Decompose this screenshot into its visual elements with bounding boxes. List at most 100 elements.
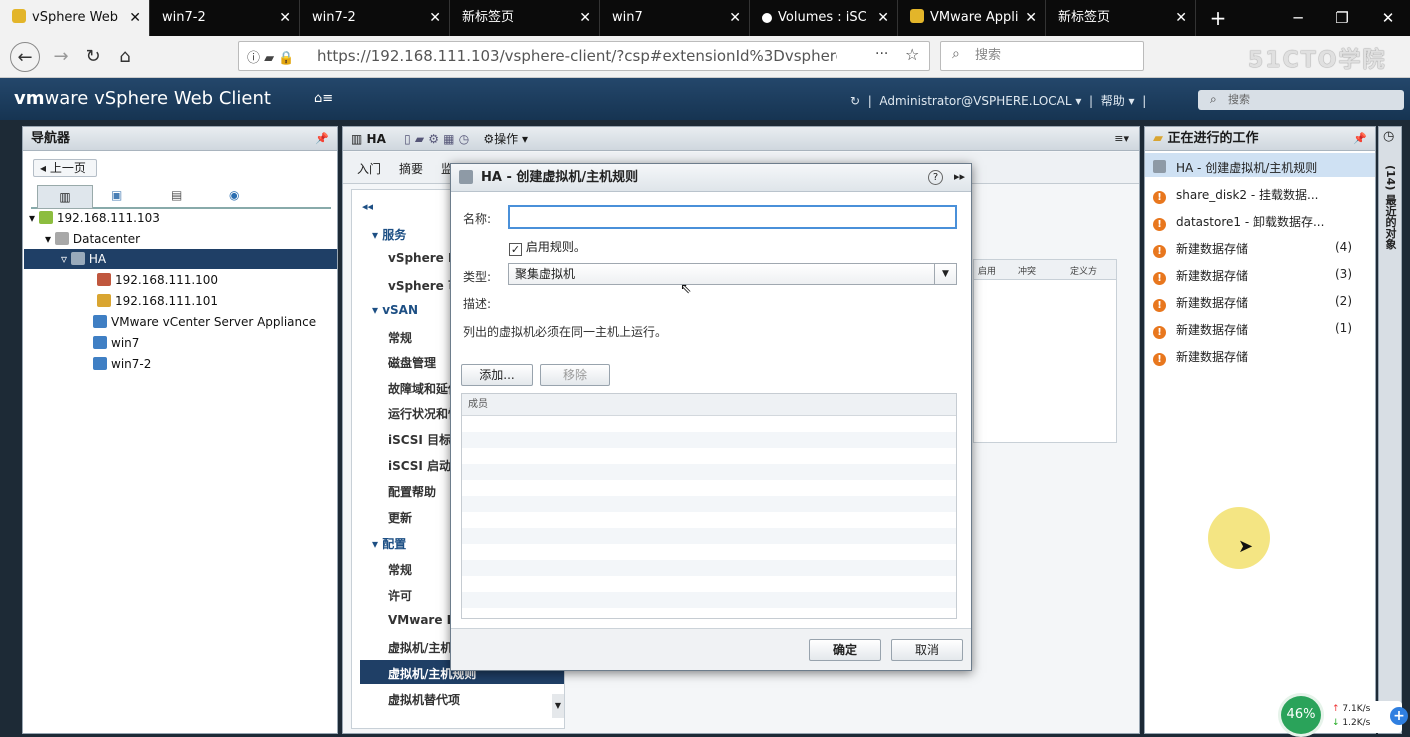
site-info-icon[interactable]: ⓘ ▰ 🔒 [247, 47, 294, 66]
close-icon[interactable]: ✕ [1175, 0, 1187, 36]
panel-menu-icon[interactable]: ≡▾ [1114, 132, 1129, 145]
menu-config-general[interactable]: 常规 [388, 561, 412, 578]
user-menu[interactable]: ↻ | Administrator@VSPHERE.LOCAL ▾ | 帮助 ▾… [850, 92, 1146, 109]
help-menu[interactable]: 帮助 ▾ [1101, 94, 1135, 108]
close-icon[interactable]: ✕ [877, 0, 889, 36]
menu-config-assist[interactable]: 配置帮助 [388, 483, 436, 500]
member-row [462, 576, 956, 592]
hosts-clusters-tab-icon[interactable]: ▥ [37, 185, 93, 209]
dropdown-arrow-icon[interactable]: ▼ [934, 264, 956, 284]
storage-tab-icon[interactable]: ▤ [171, 188, 182, 202]
tab-win7-2b[interactable]: win7-2 ✕ [300, 0, 450, 36]
tree-item-win7[interactable]: win7 [93, 336, 139, 350]
close-icon[interactable]: ✕ [429, 0, 441, 36]
work-item-new-datastore-3[interactable]: ! 新建数据存储 [1153, 267, 1248, 285]
vsphere-search-input[interactable]: 搜索 [1198, 90, 1404, 110]
close-icon[interactable]: ✕ [129, 0, 141, 36]
section-services[interactable]: ▾ 服务 [372, 226, 406, 243]
work-item-new-datastore[interactable]: ! 新建数据存储 [1153, 348, 1248, 366]
add-button[interactable]: 添加... [461, 364, 533, 386]
tab-label: win7-2 [162, 10, 206, 25]
menu-vsan-general[interactable]: 常规 [388, 329, 412, 346]
tree-item-datacenter[interactable]: ▾ Datacenter [45, 232, 140, 246]
browser-search-input[interactable]: 搜索 [940, 41, 1144, 71]
collapse-icon[interactable]: ◂◂ [362, 200, 373, 213]
tree-item-host-100[interactable]: 192.168.111.100 [97, 273, 218, 287]
section-configuration[interactable]: ▾ 配置 [372, 535, 406, 552]
pin-icon[interactable]: 📌 [1353, 132, 1367, 145]
tab-vmware-appliance[interactable]: VMware Appli ✕ [898, 0, 1046, 36]
close-icon[interactable]: ✕ [279, 0, 291, 36]
menu-iscsi-targets[interactable]: iSCSI 目标 [388, 431, 451, 448]
tab-getting-started[interactable]: 入门 [357, 160, 381, 177]
back-arrow-icon[interactable]: ← [10, 42, 40, 72]
tab-vsphere[interactable]: vSphere Web ✕ [0, 0, 150, 36]
new-tab-button[interactable]: + [1196, 0, 1240, 36]
section-label: 配置 [382, 537, 407, 551]
home-icon[interactable]: ⌂ [110, 42, 140, 72]
type-label: 类型: [463, 270, 492, 284]
menu-vm-overrides[interactable]: 虚拟机替代项 [388, 691, 460, 708]
mouse-cursor-icon: ⇖ [680, 281, 692, 297]
vms-templates-tab-icon[interactable]: ▣ [111, 188, 122, 202]
plus-icon[interactable]: + [1390, 707, 1408, 725]
user-label[interactable]: Administrator@VSPHERE.LOCAL ▾ [879, 94, 1081, 108]
menu-updates[interactable]: 更新 [388, 509, 412, 526]
pin-icon[interactable]: 📌 [315, 132, 329, 145]
scroll-down-arrow-icon[interactable]: ▼ [552, 694, 564, 718]
expand-icon[interactable]: ▸▸ [954, 170, 965, 183]
section-vsan[interactable]: ▾ vSAN [372, 303, 418, 317]
work-item-create-rule[interactable]: HA - 创建虚拟机/主机规则 [1153, 159, 1317, 176]
enable-rule-checkbox[interactable]: ✓ 启用规则。 [509, 238, 586, 256]
close-icon[interactable]: ✕ [729, 0, 741, 36]
actions-menu[interactable]: ⚙操作 ▾ [483, 132, 528, 146]
close-window-icon[interactable]: ✕ [1366, 0, 1410, 36]
home-menu-icon[interactable]: ⌂≡ [314, 91, 333, 106]
close-icon[interactable]: ✕ [1025, 0, 1037, 36]
tree-item-win7-2[interactable]: win7-2 [93, 357, 151, 371]
bookmark-star-icon[interactable]: ☆ [905, 45, 919, 64]
minimize-icon[interactable]: ─ [1276, 0, 1320, 36]
tree-item-vcsa[interactable]: VMware vCenter Server Appliance [93, 315, 316, 329]
tab-volumes[interactable]: Volumes : iSC ✕ [750, 0, 898, 36]
work-item-share-disk2[interactable]: ! share_disk2 - 挂载数据... [1153, 186, 1318, 204]
tab-summary[interactable]: 摘要 [399, 160, 423, 177]
tab-win7-2[interactable]: win7-2 ✕ [150, 0, 300, 36]
menu-licensing[interactable]: 许可 [388, 587, 412, 604]
tree-item-host-101[interactable]: 192.168.111.101 [97, 294, 218, 308]
refresh-icon[interactable]: ↻ [850, 94, 860, 108]
address-bar[interactable]: ⓘ ▰ 🔒 https://192.168.111.103/vsphere-cl… [238, 41, 930, 71]
tree-item-vcenter[interactable]: ▾ 192.168.111.103 [29, 211, 160, 225]
rule-name-input[interactable] [508, 205, 957, 229]
tree-item-ha[interactable]: ▿ HA [61, 252, 106, 266]
restore-icon[interactable]: ❐ [1320, 0, 1364, 36]
close-icon[interactable]: ✕ [579, 0, 591, 36]
recent-objects-label[interactable]: (14) 最近的对象 [1382, 165, 1398, 249]
forward-arrow-icon[interactable]: → [46, 42, 76, 72]
member-row [462, 512, 956, 528]
tab-newtab[interactable]: 新标签页 ✕ [450, 0, 600, 36]
work-item-new-datastore-1[interactable]: ! 新建数据存储 [1153, 321, 1248, 339]
logo-rest: ware [44, 88, 89, 109]
url-text[interactable]: https://192.168.111.103/vsphere-client/?… [317, 42, 837, 70]
ok-button[interactable]: 确定 [809, 639, 881, 661]
reload-icon[interactable]: ↻ [78, 42, 108, 72]
toolbar-action-icons[interactable]: ▯ ▰ ⚙ ▦ ◷ [404, 132, 469, 146]
history-icon[interactable]: ◷ [1383, 129, 1394, 144]
work-item-datastore1[interactable]: ! datastore1 - 卸载数据存... [1153, 213, 1324, 231]
tab-win7[interactable]: win7 ✕ [600, 0, 750, 36]
tab-newtab2[interactable]: 新标签页 ✕ [1046, 0, 1196, 36]
checkbox-checked-icon[interactable]: ✓ [509, 243, 522, 256]
recent-objects-sidebar[interactable]: ◷ (14) 最近的对象 [1378, 126, 1402, 734]
work-item-new-datastore-2[interactable]: ! 新建数据存储 [1153, 294, 1248, 312]
help-icon[interactable]: ? [928, 170, 943, 185]
rule-type-select[interactable]: 聚集虚拟机 ▼ [508, 263, 957, 285]
work-item-new-datastore-4[interactable]: ! 新建数据存储 [1153, 240, 1248, 258]
remove-button[interactable]: 移除 [540, 364, 610, 386]
network-tab-icon[interactable]: ◉ [229, 188, 239, 202]
more-icon[interactable]: ··· [875, 46, 888, 62]
back-button[interactable]: ◂ 上一页 [33, 159, 97, 177]
enable-rule-label: 启用规则。 [525, 240, 586, 254]
cancel-button[interactable]: 取消 [891, 639, 963, 661]
menu-disk-management[interactable]: 磁盘管理 [388, 354, 436, 371]
